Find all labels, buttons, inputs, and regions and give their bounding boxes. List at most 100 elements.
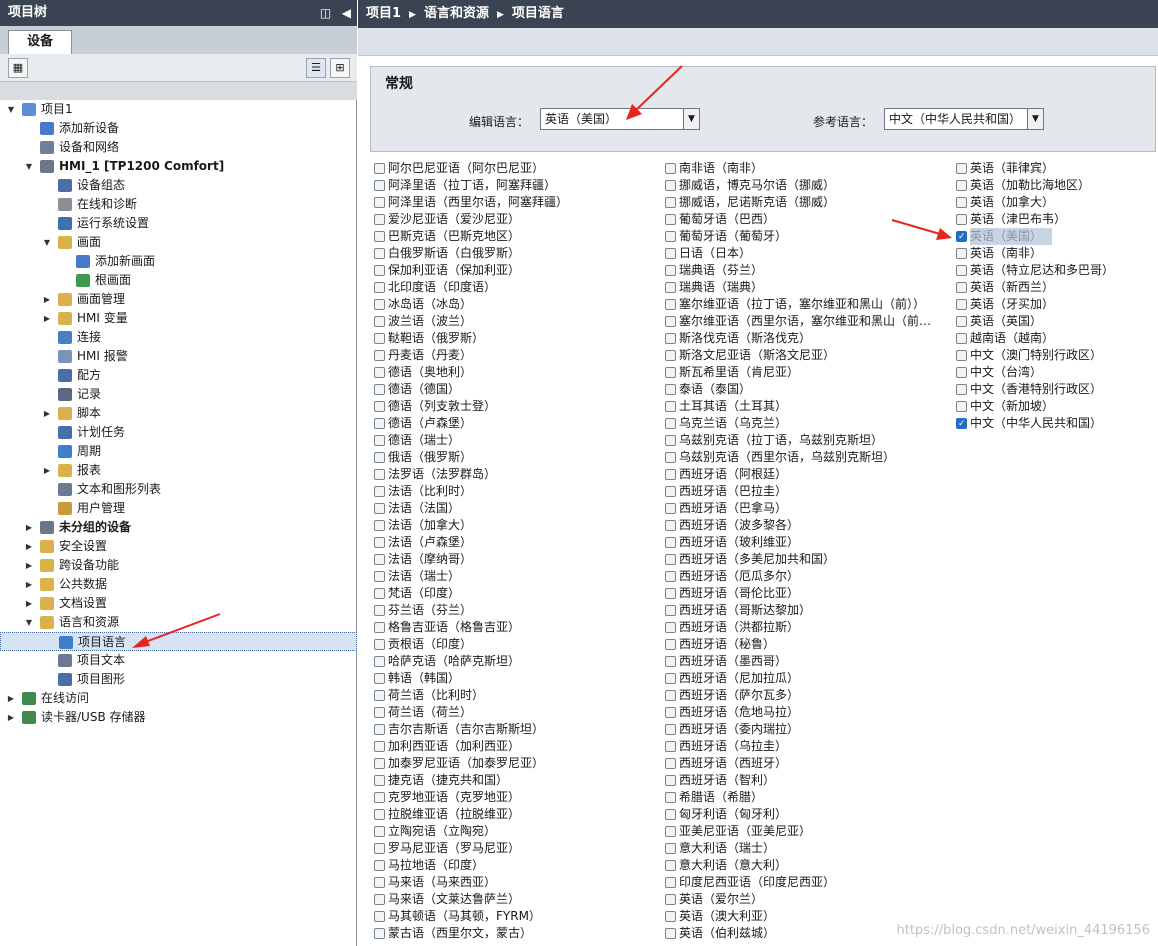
language-checkbox[interactable] bbox=[665, 503, 676, 514]
language-checkbox[interactable] bbox=[374, 656, 385, 667]
language-checkbox[interactable] bbox=[374, 384, 385, 395]
tree-item[interactable]: ▶ HMI 变量 bbox=[0, 309, 357, 328]
breadcrumb-item-project[interactable]: 项目1 bbox=[366, 6, 401, 21]
language-checkbox[interactable] bbox=[665, 452, 676, 463]
language-checkbox[interactable] bbox=[665, 486, 676, 497]
collapse-arrow-icon[interactable]: ▼ bbox=[42, 233, 52, 252]
language-checkbox[interactable] bbox=[665, 588, 676, 599]
language-option[interactable]: 西班牙语（危地马拉） bbox=[661, 704, 951, 721]
language-option[interactable]: 西班牙语（波多黎各） bbox=[661, 517, 951, 534]
tree-item[interactable]: ▶ 脚本 bbox=[0, 404, 357, 423]
language-option[interactable]: 匈牙利语（匈牙利） bbox=[661, 806, 951, 823]
language-checkbox[interactable] bbox=[374, 520, 385, 531]
language-option[interactable]: 土耳其语（土耳其） bbox=[661, 398, 951, 415]
expand-arrow-icon[interactable]: ▶ bbox=[24, 537, 34, 556]
language-checkbox[interactable] bbox=[374, 860, 385, 871]
language-checkbox[interactable] bbox=[665, 163, 676, 174]
language-checkbox[interactable] bbox=[956, 401, 967, 412]
language-option[interactable]: 英语（加拿大） bbox=[952, 194, 1158, 211]
language-option[interactable]: 西班牙语（玻利维亚） bbox=[661, 534, 951, 551]
language-option[interactable]: 德语（瑞士） bbox=[370, 432, 660, 449]
language-checkbox[interactable] bbox=[665, 299, 676, 310]
language-option[interactable]: 挪威语，尼诺斯克语（挪威） bbox=[661, 194, 951, 211]
language-option[interactable]: 英语（美国） bbox=[952, 228, 1158, 246]
language-checkbox[interactable] bbox=[665, 656, 676, 667]
expand-arrow-icon[interactable]: ▶ bbox=[42, 461, 52, 480]
language-checkbox[interactable] bbox=[374, 163, 385, 174]
language-option[interactable]: 哈萨克语（哈萨克斯坦） bbox=[370, 653, 660, 670]
language-option[interactable]: 西班牙语（尼加拉瓜） bbox=[661, 670, 951, 687]
language-checkbox[interactable] bbox=[374, 299, 385, 310]
language-checkbox[interactable] bbox=[665, 622, 676, 633]
tree-item[interactable]: ▶ 报表 bbox=[0, 461, 357, 480]
tree-item[interactable]: 项目文本 bbox=[0, 651, 357, 670]
language-checkbox[interactable] bbox=[374, 554, 385, 565]
language-checkbox[interactable] bbox=[374, 571, 385, 582]
language-option[interactable]: 德语（德国） bbox=[370, 381, 660, 398]
language-option[interactable]: 西班牙语（委内瑞拉） bbox=[661, 721, 951, 738]
collapse-pane-icon[interactable]: ◀ bbox=[342, 0, 351, 26]
language-checkbox[interactable] bbox=[665, 367, 676, 378]
language-checkbox[interactable] bbox=[374, 894, 385, 905]
expand-arrow-icon[interactable]: ▶ bbox=[42, 404, 52, 423]
language-checkbox[interactable] bbox=[374, 707, 385, 718]
language-option[interactable]: 法语（法国） bbox=[370, 500, 660, 517]
language-option[interactable]: 意大利语（意大利） bbox=[661, 857, 951, 874]
tab-devices[interactable]: 设备 bbox=[8, 30, 72, 54]
language-option[interactable]: 英语（英国） bbox=[952, 313, 1158, 330]
list-view-icon[interactable]: ☰ bbox=[306, 58, 326, 78]
language-checkbox[interactable] bbox=[374, 248, 385, 259]
language-checkbox[interactable] bbox=[665, 282, 676, 293]
language-option[interactable]: 西班牙语（多美尼加共和国） bbox=[661, 551, 951, 568]
language-checkbox[interactable] bbox=[665, 554, 676, 565]
language-option[interactable]: 克罗地亚语（克罗地亚） bbox=[370, 789, 660, 806]
language-checkbox[interactable] bbox=[374, 452, 385, 463]
tree-item[interactable]: ▶ 未分组的设备 bbox=[0, 518, 357, 537]
language-option[interactable]: 斯瓦希里语（肯尼亚） bbox=[661, 364, 951, 381]
language-checkbox[interactable] bbox=[665, 673, 676, 684]
language-option[interactable]: 中文（台湾） bbox=[952, 364, 1158, 381]
language-checkbox[interactable] bbox=[374, 435, 385, 446]
tree-item[interactable]: 设备和网络 bbox=[0, 138, 357, 157]
language-checkbox[interactable] bbox=[374, 639, 385, 650]
language-option[interactable]: 印度尼西亚语（印度尼西亚） bbox=[661, 874, 951, 891]
language-option[interactable]: 冰岛语（冰岛） bbox=[370, 296, 660, 313]
language-checkbox[interactable] bbox=[956, 384, 967, 395]
language-checkbox[interactable] bbox=[374, 486, 385, 497]
language-checkbox[interactable] bbox=[665, 724, 676, 735]
language-checkbox[interactable] bbox=[374, 826, 385, 837]
language-checkbox[interactable] bbox=[665, 911, 676, 922]
language-checkbox[interactable] bbox=[374, 401, 385, 412]
language-option[interactable]: 乌克兰语（乌克兰） bbox=[661, 415, 951, 432]
language-checkbox[interactable] bbox=[665, 792, 676, 803]
tree-item[interactable]: 用户管理 bbox=[0, 499, 357, 518]
language-option[interactable]: 德语（列支敦士登） bbox=[370, 398, 660, 415]
language-checkbox[interactable] bbox=[956, 197, 967, 208]
language-option[interactable]: 希腊语（希腊） bbox=[661, 789, 951, 806]
collapse-arrow-icon[interactable]: ▼ bbox=[6, 100, 16, 119]
language-option[interactable]: 西班牙语（墨西哥） bbox=[661, 653, 951, 670]
language-checkbox[interactable] bbox=[665, 860, 676, 871]
language-option[interactable]: 巴斯克语（巴斯克地区） bbox=[370, 228, 660, 245]
language-option[interactable]: 西班牙语（洪都拉斯） bbox=[661, 619, 951, 636]
language-checkbox[interactable] bbox=[665, 350, 676, 361]
tree-item[interactable]: 记录 bbox=[0, 385, 357, 404]
tree-item[interactable]: ▶ 公共数据 bbox=[0, 575, 357, 594]
collapse-arrow-icon[interactable]: ▼ bbox=[24, 613, 34, 632]
expand-arrow-icon[interactable]: ▶ bbox=[42, 309, 52, 328]
language-checkbox[interactable] bbox=[956, 163, 967, 174]
language-option[interactable]: 贡根语（印度） bbox=[370, 636, 660, 653]
tree-item[interactable]: ▼ 项目1 bbox=[0, 100, 357, 119]
collapse-arrow-icon[interactable]: ▼ bbox=[24, 157, 34, 176]
language-checkbox[interactable] bbox=[665, 231, 676, 242]
reference-language-select[interactable]: 中文（中华人民共和国） ▼ bbox=[884, 108, 1044, 130]
language-option[interactable]: 西班牙语（乌拉圭） bbox=[661, 738, 951, 755]
language-checkbox[interactable] bbox=[374, 418, 385, 429]
language-option[interactable]: 荷兰语（荷兰） bbox=[370, 704, 660, 721]
language-checkbox[interactable] bbox=[665, 435, 676, 446]
expand-arrow-icon[interactable]: ▶ bbox=[24, 518, 34, 537]
language-option[interactable]: 爱沙尼亚语（爱沙尼亚） bbox=[370, 211, 660, 228]
language-checkbox[interactable] bbox=[956, 367, 967, 378]
language-checkbox[interactable] bbox=[374, 316, 385, 327]
language-option[interactable]: 日语（日本） bbox=[661, 245, 951, 262]
